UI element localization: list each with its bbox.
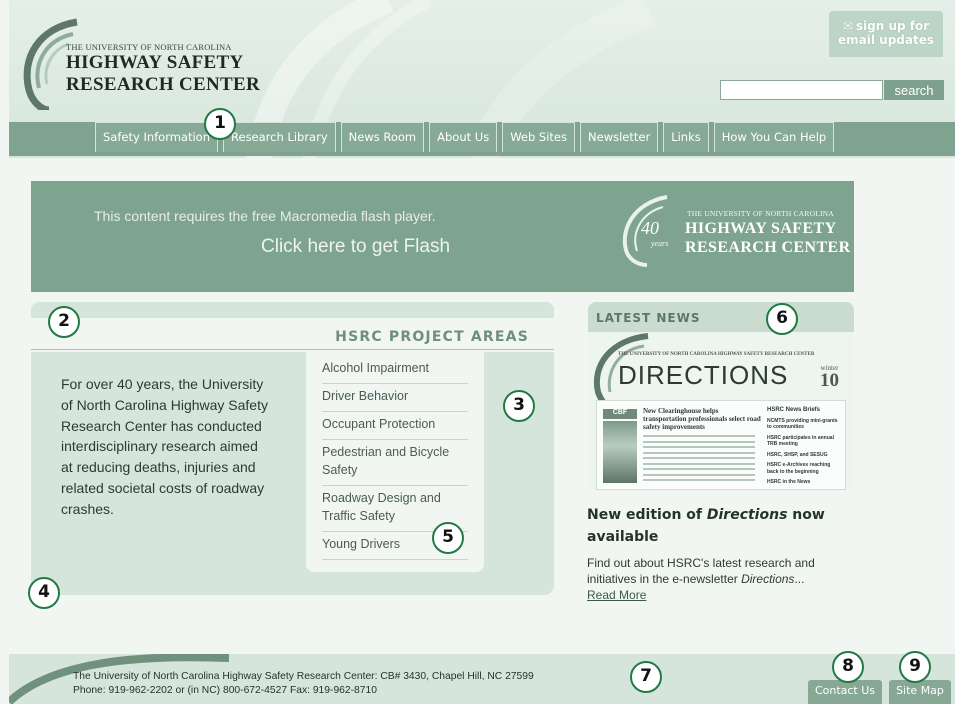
flash-required-message: This content requires the free Macromedi… [94,208,436,224]
anniversary-years: years [651,239,669,248]
footer-address: The University of North Carolina Highway… [73,671,534,682]
banner-logo-line-1: HIGHWAY SAFETY [685,220,837,237]
footer-phone: Phone: 919-962-2202 or (in NC) 800-672-4… [73,685,377,696]
nav-newsletter[interactable]: Newsletter [580,122,659,152]
newsletter-issue-number: 10 [820,370,839,391]
callout-marker-9: 9 [899,651,931,683]
callout-marker-1: 1 [204,108,236,140]
newsletter-brief-item: HSRC, SHSP, and SESUG [767,451,828,458]
news-summary-em: Directions [741,572,795,586]
banner-logo-line-2: RESEARCH CENTER [685,239,851,256]
nav-research-library[interactable]: Research Library [223,122,336,152]
footer-contact-info: The University of North Carolina Highway… [73,670,534,698]
callout-marker-8: 8 [832,651,864,683]
anniversary-number: 40 [641,218,659,238]
newsletter-lead-headline: New Clearinghouse helps transportation p… [643,407,761,431]
project-link-pedestrian-bicycle[interactable]: Pedestrian and Bicycle Safety [322,440,468,486]
nav-links[interactable]: Links [663,122,709,152]
mail-icon: ✉ [842,19,853,33]
newsletter-name: DIRECTIONS [618,360,789,390]
callout-marker-4: 4 [28,577,60,609]
newsletter-content-preview: CBF New Clearinghouse helps transportati… [596,400,846,490]
banner-university-text: THE UNIVERSITY OF NORTH CAROLINA [687,209,834,218]
contact-us-button[interactable]: Contact Us [808,680,882,704]
newsletter-masthead-small: THE UNIVERSITY OF NORTH CAROLINA HIGHWAY… [618,352,815,357]
latest-news-header: LATEST NEWS [588,302,854,332]
callout-marker-7: 7 [630,661,662,693]
newsletter-brief-item: NCMTS providing mini-grants to communiti… [767,417,838,431]
latest-news-title: LATEST NEWS [596,311,701,325]
search-input[interactable] [720,80,883,100]
logo-center-name[interactable]: HIGHWAY SAFETY RESEARCH CENTER [66,52,260,96]
newsletter-brief-item: HSRC participates in annual TRB meeting [767,434,834,448]
signup-line-2: email updates [838,33,934,47]
project-link-driver-behavior[interactable]: Driver Behavior [322,384,468,412]
project-areas-header: HSRC PROJECT AREAS [31,302,554,350]
project-areas-title: HSRC PROJECT AREAS [335,329,529,345]
callout-marker-6: 6 [766,303,798,335]
signup-line-1: sign up for [855,19,930,33]
news-headline-pre: New edition of [587,507,707,523]
search-button[interactable]: search [884,80,944,100]
callout-marker-5: 5 [432,522,464,554]
read-more-link[interactable]: Read More [587,588,646,602]
newsletter-briefs: HSRC News Briefs NCMTS providing mini-gr… [767,407,841,490]
news-summary: Find out about HSRC's latest research an… [587,555,855,603]
nav-about-us[interactable]: About Us [429,122,498,152]
site-map-button[interactable]: Site Map [889,680,951,704]
hsrc-intro-text: For over 40 years, the University of Nor… [61,376,268,517]
newsletter-thumb-tag: CBF [603,409,637,419]
newsletter-issue: winter 10 [820,364,839,390]
newsletter-brief-item: HSRC in the News [767,479,811,485]
email-signup-button[interactable]: ✉ sign up for email updates [829,11,943,57]
callout-marker-2: 2 [48,306,80,338]
newsletter-thumb-image [603,421,637,483]
banner-center-name: HIGHWAY SAFETY RESEARCH CENTER [685,219,851,257]
nav-web-sites[interactable]: Web Sites [502,122,576,152]
logo-line-1: HIGHWAY SAFETY [66,52,244,73]
newsletter-brief-item: HSRC e-Archives reaching back to the beg… [767,462,831,475]
directions-newsletter-image[interactable]: THE UNIVERSITY OF NORTH CAROLINA HIGHWAY… [588,332,854,490]
news-summary-post: ... [794,572,805,586]
site-header: THE UNIVERSITY OF NORTH CAROLINA HIGHWAY… [9,0,955,158]
nav-news-room[interactable]: News Room [340,122,425,152]
newsletter-body-lines [643,435,755,485]
get-flash-link[interactable]: Click here to get Flash [261,236,450,258]
project-link-alcohol-impairment[interactable]: Alcohol Impairment [322,356,468,384]
logo-line-2: RESEARCH CENTER [66,74,261,95]
callout-marker-3: 3 [503,390,535,422]
newsletter-briefs-title: HSRC News Briefs [767,407,821,413]
nav-safety-information[interactable]: Safety Information [95,122,219,152]
logo-university-text: THE UNIVERSITY OF NORTH CAROLINA [66,42,232,52]
news-headline-em: Directions [706,507,788,523]
nav-how-you-can-help[interactable]: How You Can Help [713,122,835,152]
flash-banner: This content requires the free Macromedi… [31,181,854,292]
news-headline-link[interactable]: New edition of Directions now available [587,504,849,548]
project-link-occupant-protection[interactable]: Occupant Protection [322,412,468,440]
